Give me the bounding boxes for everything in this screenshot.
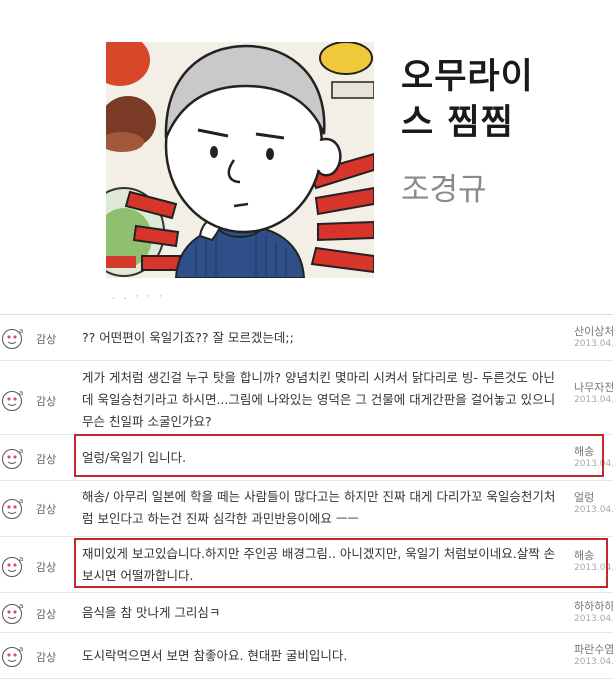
comment-date: 2013.04.2 [574,339,613,349]
grade-badge: a 감상 [0,593,70,632]
heart-eyes-face-icon: a [2,389,23,411]
comment-row: a 감상 해송/ 아무리 일본에 학을 떼는 사람들이 많다고는 하지만 진짜 … [0,481,613,537]
svg-text:a: a [19,447,23,455]
comment-meta: 얼렁 2013.04.2 [574,491,613,516]
highlight-box [74,434,604,477]
comment-text: 해송/ 아무리 일본에 학을 떼는 사람들이 많다고는 하지만 진짜 대게 다리… [82,489,556,526]
comment-author[interactable]: 나무자전 [574,381,613,394]
svg-text:a: a [19,389,23,397]
grade-badge: a 감상 [0,435,70,480]
separator-dots: . . · · · [112,292,165,302]
heart-eyes-face-icon: a [2,497,23,519]
comment-author[interactable]: 산이상처 [574,325,613,338]
comment-date: 2013.04.2 [574,614,613,624]
heart-eyes-face-icon: a [2,602,23,624]
comment-text: ?? 어떤편이 욱일기죠?? 잘 모르겠는데;; [82,330,294,345]
comment-meta: 산이상처 2013.04.2 [574,325,613,350]
svg-text:a: a [19,327,23,335]
grade-badge: a 감상 [0,633,70,678]
book-cover-image[interactable] [106,42,374,278]
book-title[interactable]: 오무라이 스 찜찜 [401,54,601,146]
heart-eyes-face-icon: a [2,447,23,469]
comment-text: 음식을 참 맛나게 그리심ㅋ [82,605,221,620]
grade-label: 감상 [36,651,57,664]
book-title-line2: 스 찜찜 [401,103,514,143]
comment-date: 2013.04.2 [574,505,613,515]
comment-row: a 감상 음식을 참 맛나게 그리심ㅋ 하하하하 2013.04.2 [0,593,613,633]
comment-list: a 감상 ?? 어떤편이 욱일기죠?? 잘 모르겠는데;; 산이상처 2013.… [0,314,613,679]
comment-text: 도시락먹으면서 보면 참좋아요. 현대판 굴비입니다. [82,648,348,663]
svg-text:a: a [19,497,23,505]
svg-text:a: a [19,555,23,563]
comment-author[interactable]: 파란수염 [574,643,613,656]
grade-badge: a 감상 [0,361,70,434]
comment-meta: 파란수염 2013.04.2 [574,643,613,668]
book-author[interactable]: 조경규 [401,164,487,209]
grade-label: 감상 [36,453,57,466]
book-title-line1: 오무라이 [401,57,534,97]
svg-text:a: a [19,645,23,653]
comment-meta: 나무자전 2013.04.2 [574,381,613,406]
grade-label: 감상 [36,561,57,574]
cover-illustration [106,42,374,278]
grade-badge: a 감상 [0,537,70,592]
heart-eyes-face-icon: a [2,327,23,349]
comment-row: a 감상 ?? 어떤편이 욱일기죠?? 잘 모르겠는데;; 산이상처 2013.… [0,315,613,361]
book-header: 오무라이 스 찜찜 조경규 . . · · · [0,0,613,302]
comment-meta: 하하하하 2013.04.2 [574,600,613,625]
heart-eyes-face-icon: a [2,555,23,577]
grade-badge: a 감상 [0,481,70,536]
svg-text:a: a [19,602,23,610]
comment-date: 2013.04.2 [574,395,613,405]
grade-badge: a 감상 [0,315,70,360]
grade-label: 감상 [36,503,57,516]
grade-label: 감상 [36,333,57,346]
comment-author[interactable]: 하하하하 [574,600,613,613]
comment-text: 게가 게처럼 생긴걸 누구 탓을 합니까? 양념치킨 몇마리 시켜서 닭다리로 … [82,370,556,429]
heart-eyes-face-icon: a [2,645,23,667]
highlight-box [74,538,608,588]
comment-date: 2013.04.2 [574,657,613,667]
comment-author[interactable]: 얼렁 [574,491,613,504]
comment-row: a 감상 게가 게처럼 생긴걸 누구 탓을 합니까? 양념치킨 몇마리 시켜서 … [0,361,613,435]
grade-label: 감상 [36,395,57,408]
grade-label: 감상 [36,608,57,621]
comment-row: a 감상 도시락먹으면서 보면 참좋아요. 현대판 굴비입니다. 파란수염 20… [0,633,613,679]
